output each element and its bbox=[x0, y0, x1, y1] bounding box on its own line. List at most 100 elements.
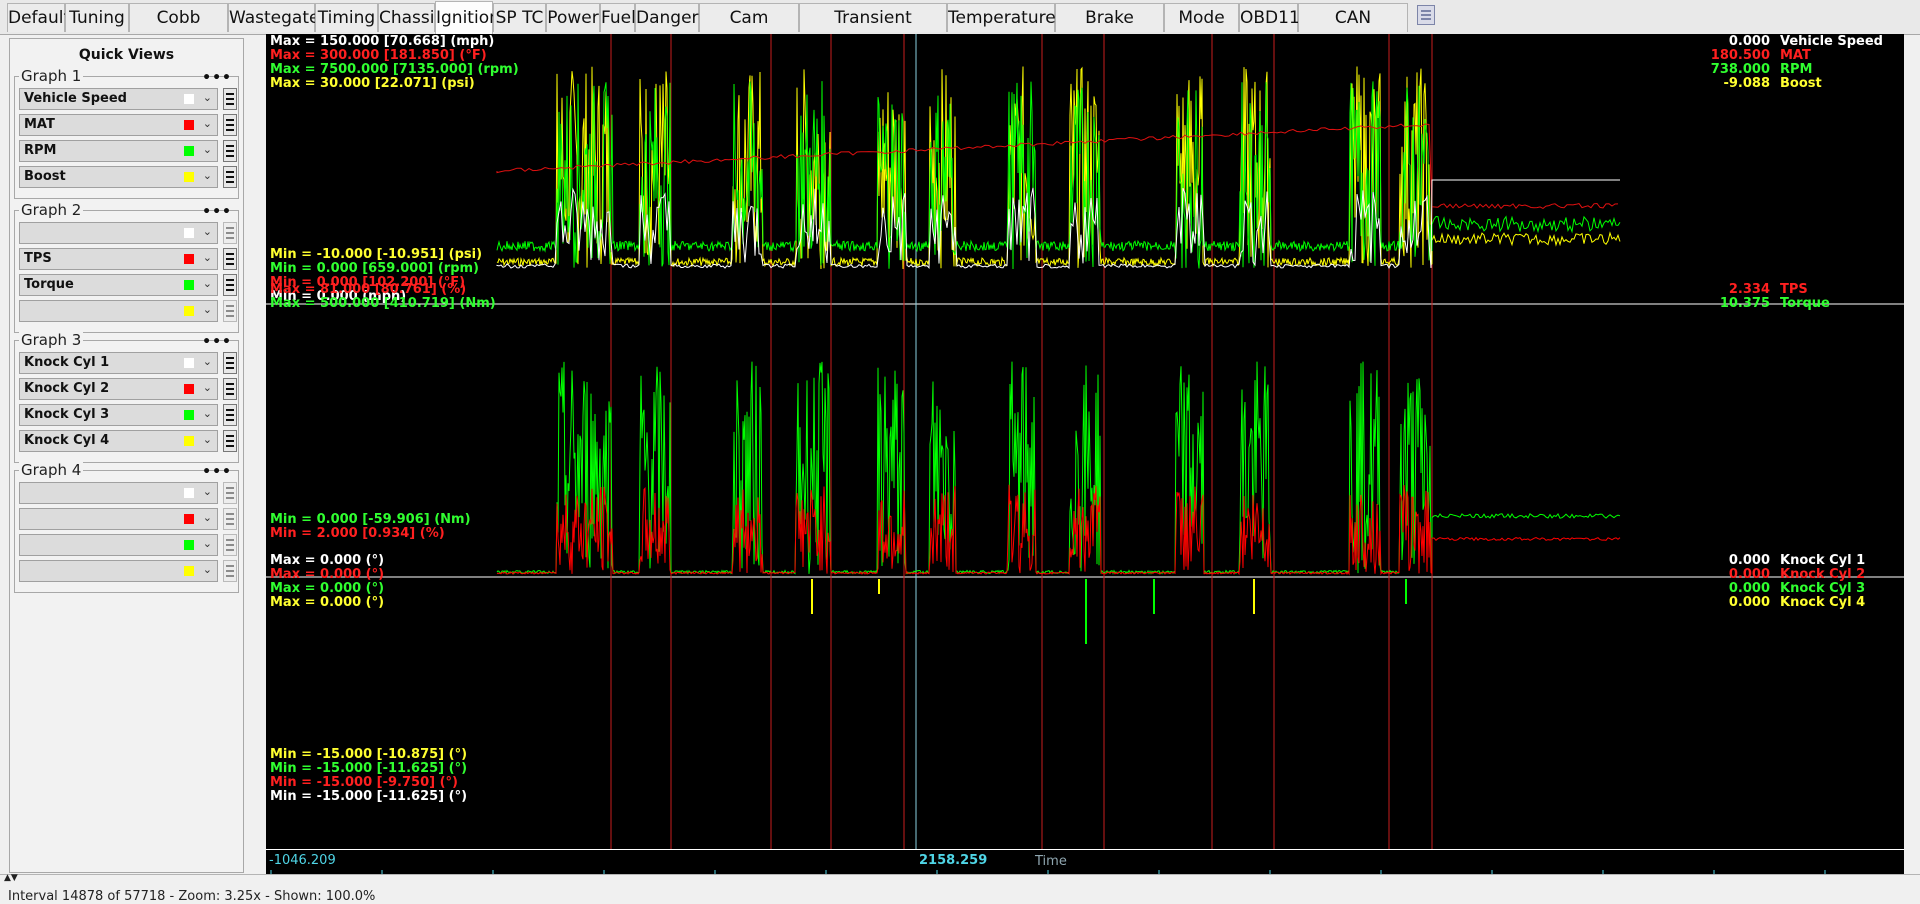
channel-menu-icon[interactable] bbox=[223, 430, 237, 452]
chevron-down-icon[interactable]: ⌄ bbox=[203, 169, 212, 182]
group-menu-icon[interactable]: ••• bbox=[202, 70, 232, 86]
channel-menu-icon[interactable] bbox=[223, 378, 237, 400]
channel-select[interactable]: Vehicle Speed ⌄ bbox=[19, 88, 218, 110]
graph-plot[interactable] bbox=[266, 34, 1904, 849]
tab-brake-testing[interactable]: Brake Testing bbox=[1055, 3, 1164, 57]
channel-menu-icon[interactable] bbox=[223, 140, 237, 162]
chevron-down-icon[interactable]: ⌄ bbox=[203, 563, 212, 576]
channel-menu-icon[interactable] bbox=[223, 166, 237, 188]
color-swatch[interactable] bbox=[184, 488, 194, 498]
chevron-down-icon[interactable]: ⌄ bbox=[203, 91, 212, 104]
channel-menu-icon[interactable] bbox=[223, 222, 237, 244]
chevron-down-icon[interactable]: ⌄ bbox=[203, 117, 212, 130]
add-tab-icon[interactable] bbox=[1417, 5, 1435, 25]
channel-select[interactable]: ⌄ bbox=[19, 300, 218, 322]
tab-chassis[interactable]: Chassis bbox=[378, 3, 443, 32]
color-swatch[interactable] bbox=[184, 540, 194, 550]
color-swatch[interactable] bbox=[184, 280, 194, 290]
color-swatch[interactable] bbox=[184, 228, 194, 238]
log-graph-area[interactable]: Max = 150.000 [70.668] (mph) Max = 300.00… bbox=[266, 34, 1904, 874]
chevron-down-icon[interactable]: ⌄ bbox=[203, 355, 212, 368]
group-menu-icon[interactable]: ••• bbox=[202, 464, 232, 480]
color-swatch[interactable] bbox=[184, 254, 194, 264]
tab-default[interactable]: Default bbox=[7, 3, 70, 32]
color-swatch[interactable] bbox=[184, 514, 194, 524]
channel-menu-icon[interactable] bbox=[223, 274, 237, 296]
group-menu-icon[interactable]: ••• bbox=[202, 334, 232, 350]
quick-views-panel: Quick Views Graph 1 ••• Vehicle Speed ⌄ MAT ⌄… bbox=[9, 38, 244, 873]
color-swatch[interactable] bbox=[184, 410, 194, 420]
color-swatch[interactable] bbox=[184, 172, 194, 182]
group-menu-icon[interactable]: ••• bbox=[202, 204, 232, 220]
tab-ignition[interactable]: Ignition bbox=[435, 1, 500, 34]
channel-current-value: -9.088 bbox=[1723, 76, 1770, 91]
chevron-down-icon[interactable]: ⌄ bbox=[203, 511, 212, 524]
channel-select[interactable]: Knock Cyl 2 ⌄ bbox=[19, 378, 218, 400]
channel-menu-icon[interactable] bbox=[223, 114, 237, 136]
chevron-down-icon[interactable]: ⌄ bbox=[203, 225, 212, 238]
chevron-down-icon[interactable]: ⌄ bbox=[203, 485, 212, 498]
channel-current-name: Knock Cyl 2 bbox=[1780, 567, 1866, 582]
channel-select[interactable]: ⌄ bbox=[19, 560, 218, 582]
channel-current-name: Vehicle Speed bbox=[1780, 34, 1883, 49]
boost-trace bbox=[496, 66, 1621, 270]
channel-menu-icon[interactable] bbox=[223, 482, 237, 504]
chevron-down-icon[interactable]: ⌄ bbox=[203, 277, 212, 290]
axis-range-label: Max = 0.000 (°) bbox=[270, 581, 385, 596]
channel-current-name: Knock Cyl 4 bbox=[1780, 595, 1866, 610]
channel-menu-icon[interactable] bbox=[223, 534, 237, 556]
channel-select[interactable]: RPM ⌄ bbox=[19, 140, 218, 162]
tab-sp-tc[interactable]: SP TC bbox=[493, 3, 546, 32]
channel-menu-icon[interactable] bbox=[223, 300, 237, 322]
tab-danger[interactable]: Danger bbox=[635, 3, 699, 32]
tab-tuning[interactable]: Tuning bbox=[65, 3, 129, 32]
splitter-arrow-icon[interactable]: ▲▼ bbox=[4, 873, 18, 883]
tab-timing[interactable]: Timing bbox=[315, 3, 378, 32]
tab-transient-response[interactable]: Transient Response bbox=[799, 3, 947, 57]
tab-fuel[interactable]: Fuel bbox=[600, 3, 636, 32]
channel-select[interactable]: ⌄ bbox=[19, 534, 218, 556]
tab-power[interactable]: Power bbox=[546, 3, 600, 32]
channel-current-name: Torque bbox=[1780, 296, 1830, 311]
channel-select[interactable]: Boost ⌄ bbox=[19, 166, 218, 188]
chevron-down-icon[interactable]: ⌄ bbox=[203, 143, 212, 156]
color-swatch[interactable] bbox=[184, 146, 194, 156]
chevron-down-icon[interactable]: ⌄ bbox=[203, 381, 212, 394]
channel-select[interactable]: Knock Cyl 3 ⌄ bbox=[19, 404, 218, 426]
tab-temperatures[interactable]: Temperatures bbox=[947, 3, 1065, 32]
color-swatch[interactable] bbox=[184, 358, 194, 368]
time-ruler[interactable]: -1046.209 2158.259 Time bbox=[266, 849, 1904, 874]
channel-select[interactable]: ⌄ bbox=[19, 222, 218, 244]
channel-menu-icon[interactable] bbox=[223, 248, 237, 270]
chevron-down-icon[interactable]: ⌄ bbox=[203, 537, 212, 550]
color-swatch[interactable] bbox=[184, 306, 194, 316]
color-swatch[interactable] bbox=[184, 120, 194, 130]
channel-select[interactable]: TPS ⌄ bbox=[19, 248, 218, 270]
channel-select[interactable]: ⌄ bbox=[19, 482, 218, 504]
tab-mode-22[interactable]: Mode 22 bbox=[1164, 3, 1239, 57]
channel-select[interactable]: Torque ⌄ bbox=[19, 274, 218, 296]
tab-wastegate[interactable]: Wastegate bbox=[228, 3, 319, 32]
color-swatch[interactable] bbox=[184, 566, 194, 576]
chevron-down-icon[interactable]: ⌄ bbox=[203, 251, 212, 264]
channel-select[interactable]: MAT ⌄ bbox=[19, 114, 218, 136]
channel-select[interactable]: Knock Cyl 1 ⌄ bbox=[19, 352, 218, 374]
channel-menu-icon[interactable] bbox=[223, 508, 237, 530]
tab-cobb-temps[interactable]: Cobb Temps bbox=[129, 3, 228, 57]
channel-select[interactable]: ⌄ bbox=[19, 508, 218, 530]
color-swatch[interactable] bbox=[184, 436, 194, 446]
channel-select[interactable]: Knock Cyl 4 ⌄ bbox=[19, 430, 218, 452]
chevron-down-icon[interactable]: ⌄ bbox=[203, 407, 212, 420]
channel-menu-icon[interactable] bbox=[223, 352, 237, 374]
channel-menu-icon[interactable] bbox=[223, 560, 237, 582]
channel-menu-icon[interactable] bbox=[223, 88, 237, 110]
axis-range-label: Max = 150.000 [70.668] (mph) bbox=[270, 34, 495, 49]
chevron-down-icon[interactable]: ⌄ bbox=[203, 433, 212, 446]
tab-cam-timing[interactable]: Cam Timing bbox=[699, 3, 799, 57]
color-swatch[interactable] bbox=[184, 384, 194, 394]
tab-obd11[interactable]: OBD11 bbox=[1239, 3, 1300, 32]
chevron-down-icon[interactable]: ⌄ bbox=[203, 303, 212, 316]
channel-menu-icon[interactable] bbox=[223, 404, 237, 426]
tab-can-logging[interactable]: CAN Logging bbox=[1298, 3, 1408, 57]
color-swatch[interactable] bbox=[184, 94, 194, 104]
